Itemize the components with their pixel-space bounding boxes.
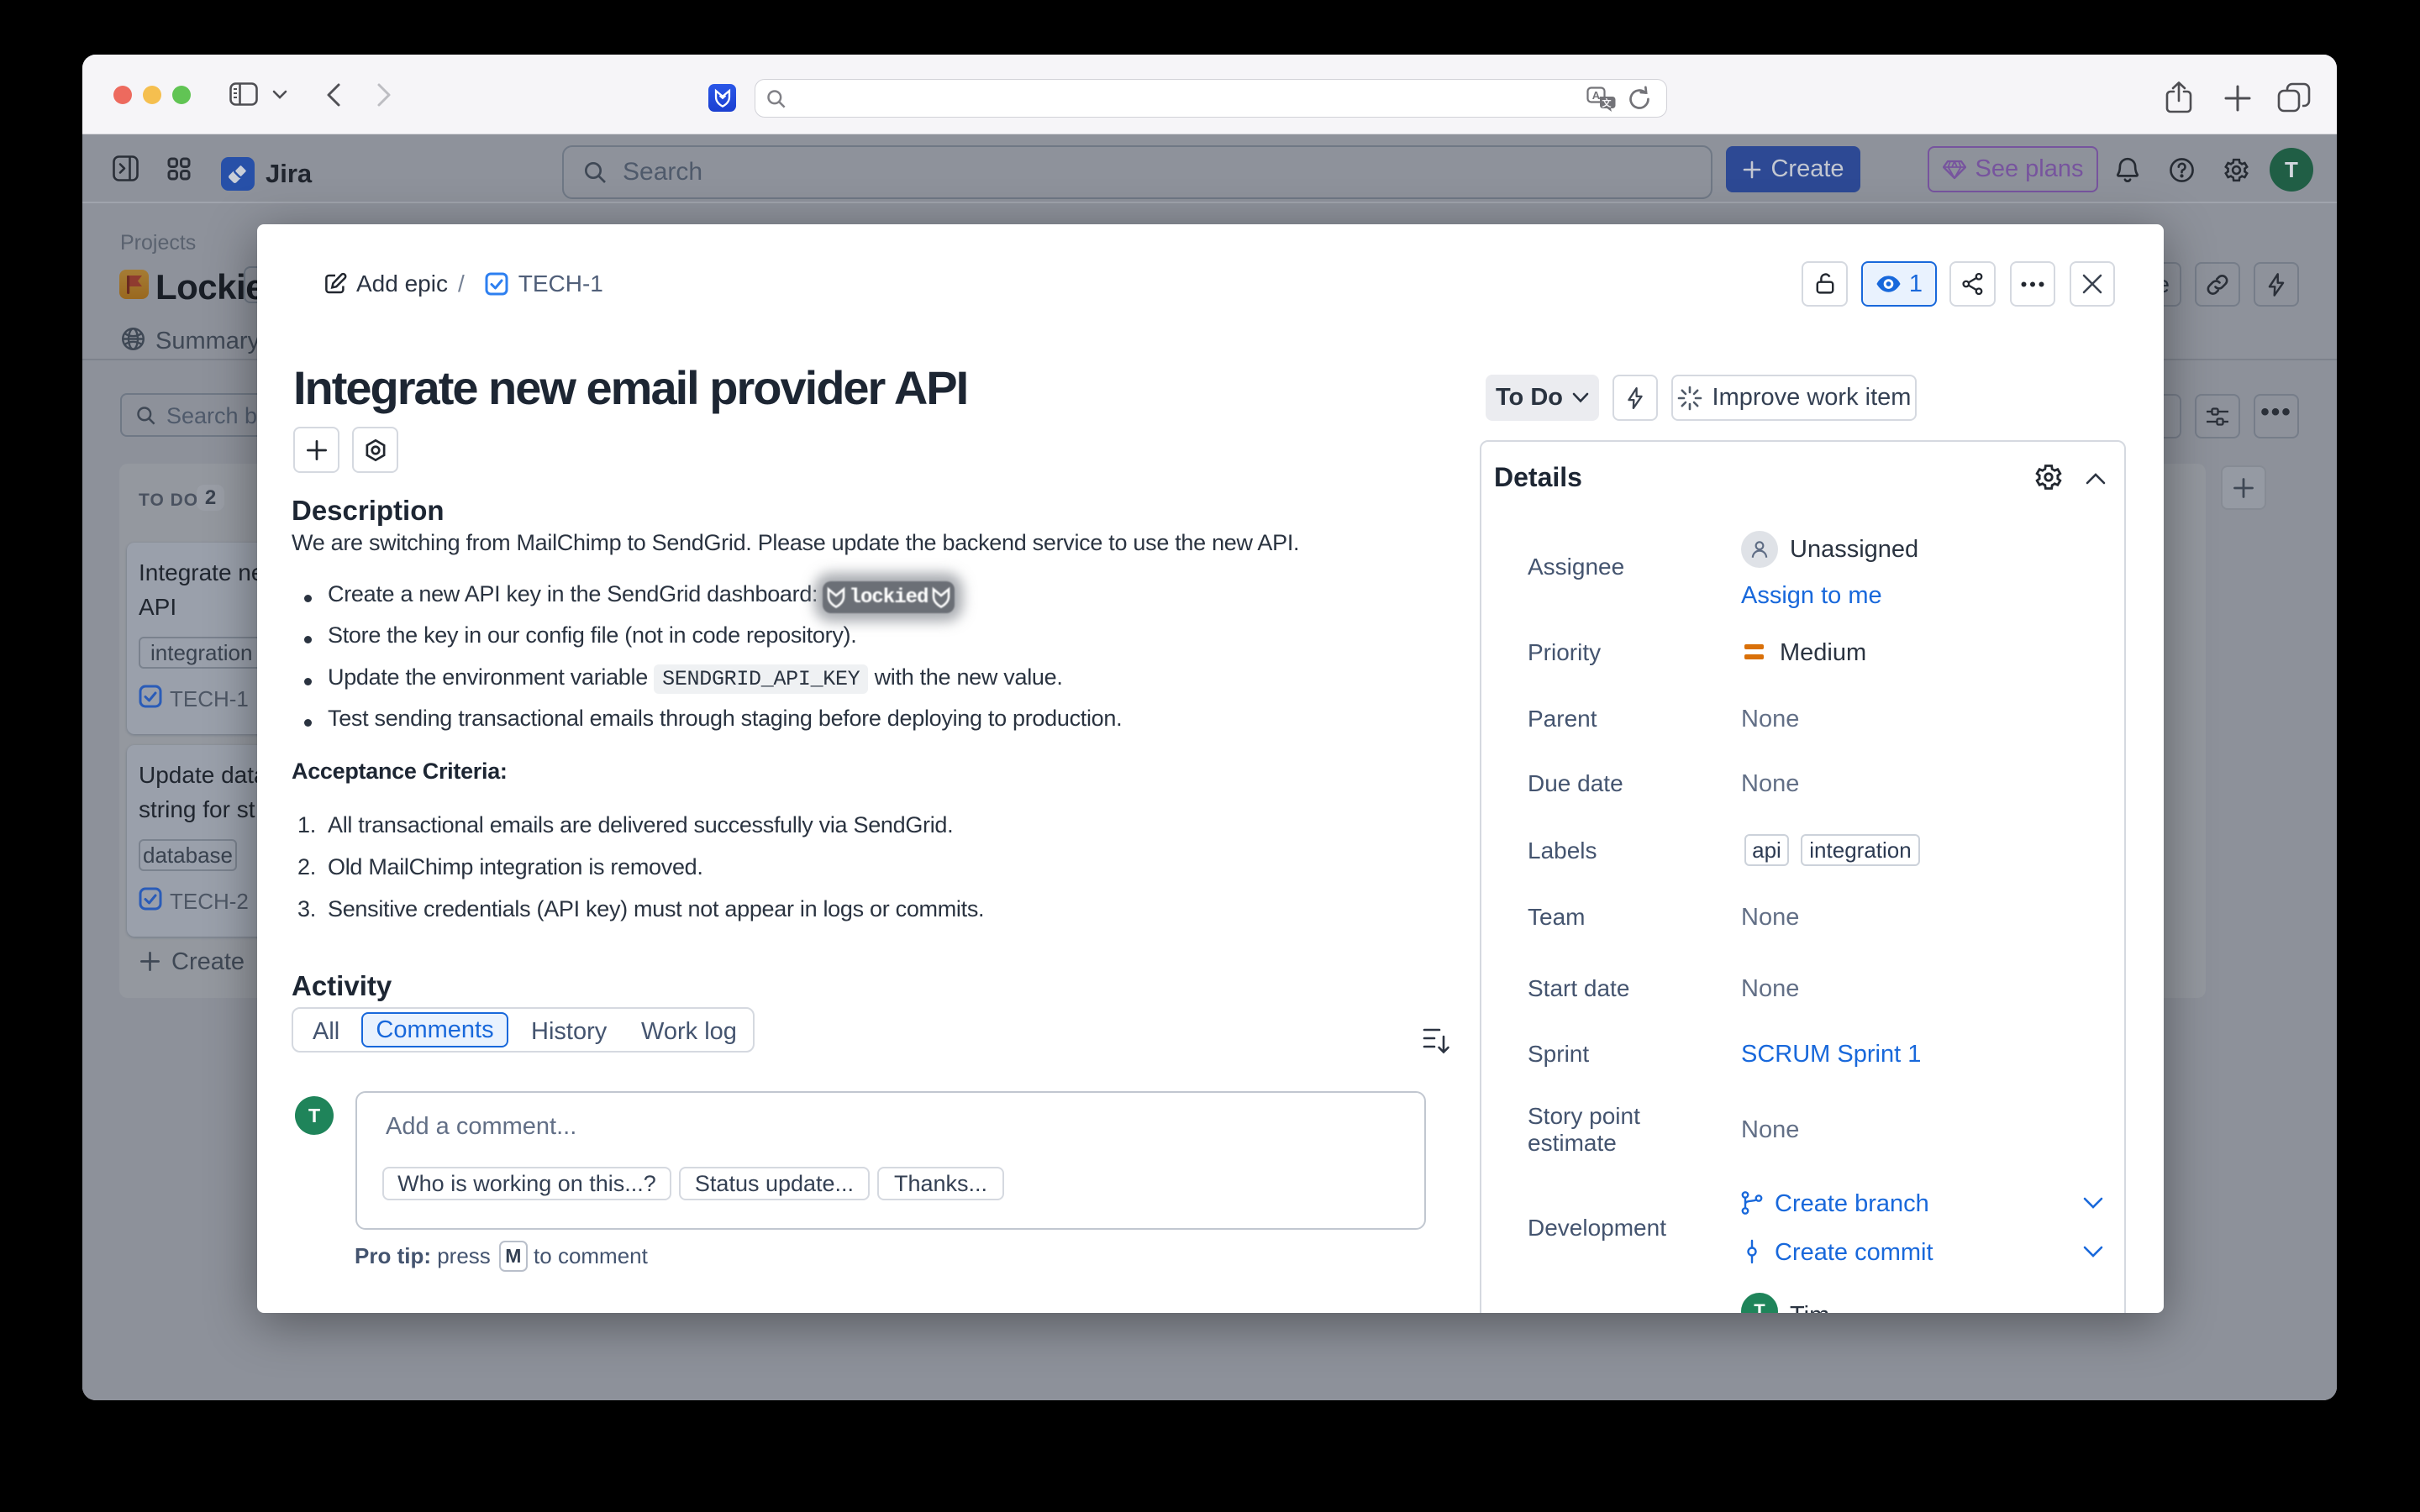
svg-text:文: 文 [1602,97,1612,109]
svg-text:A: A [1592,89,1601,102]
